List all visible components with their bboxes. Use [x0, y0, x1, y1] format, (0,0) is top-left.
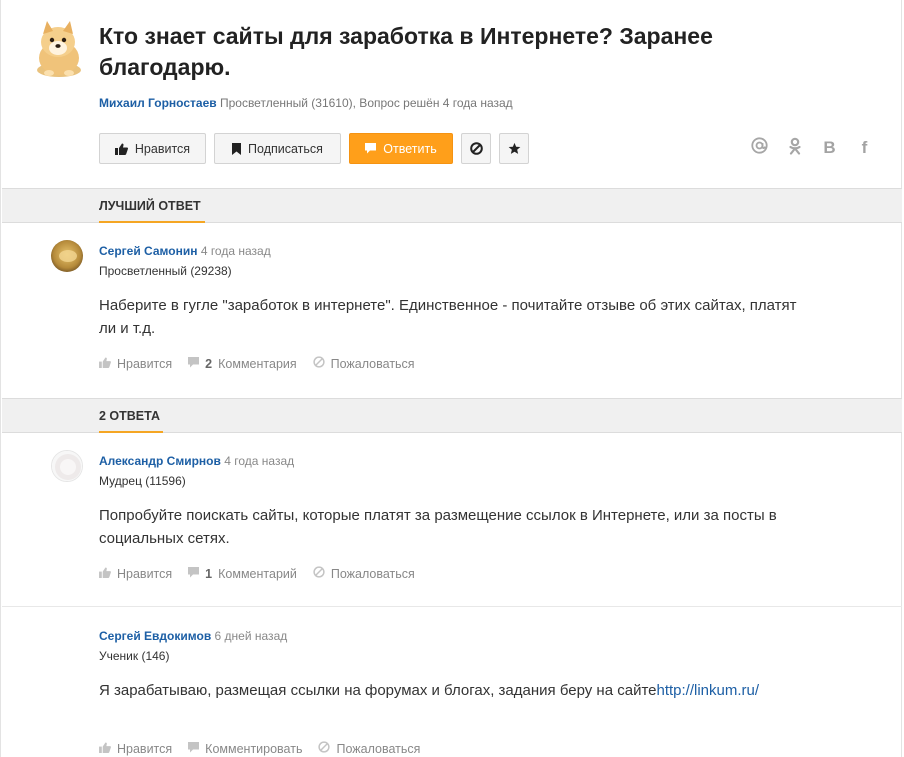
answer-like-label: Нравится — [117, 566, 173, 581]
answer-comments-label: Комментарий — [218, 566, 297, 581]
answer-report-button[interactable]: Пожаловаться — [313, 356, 415, 371]
answer-text: Я зарабатываю, размещая ссылки на форума… — [99, 679, 799, 702]
answer-like-button[interactable]: Нравится — [99, 567, 172, 581]
answer-like-label: Нравится — [117, 741, 173, 756]
facebook-icon: f — [861, 138, 868, 157]
answer-author-rank: Ученик (146) — [99, 649, 170, 663]
answers-count-label: 2 ОТВЕТА — [99, 409, 161, 423]
answer-avatar[interactable] — [51, 240, 83, 272]
thumbs-up-icon — [99, 741, 111, 756]
answer-like-label: Нравится — [117, 356, 173, 371]
subscribe-button-label: Подписаться — [248, 141, 323, 156]
question-title: Кто знает сайты для заработка в Интернет… — [99, 23, 713, 80]
share-ok-button[interactable] — [786, 137, 803, 160]
answer-text-body: Я зарабатываю, размещая ссылки на форума… — [99, 682, 657, 699]
block-icon — [469, 142, 483, 155]
comment-icon — [365, 143, 377, 154]
answer-header: Сергей Самонин 4 года назад — [99, 244, 271, 258]
report-icon — [313, 356, 325, 371]
best-answer-header: ЛУЧШИЙ ОТВЕТ — [2, 188, 902, 223]
question-status: Просветленный (31610), Вопрос решён 4 го… — [219, 96, 513, 110]
answer-divider — [2, 606, 902, 607]
question-author-link[interactable]: Михаил Горностаев — [99, 96, 217, 110]
answer-button-label: Ответить — [383, 141, 437, 156]
answer-like-button[interactable]: Нравится — [99, 742, 172, 756]
share-vk-button[interactable]: В — [821, 138, 838, 157]
share-facebook-button[interactable]: f — [856, 138, 873, 157]
comment-icon — [188, 356, 200, 371]
report-icon — [318, 741, 331, 756]
answer-author-rank: Просветленный (29238) — [99, 264, 232, 278]
answer-item: Сергей Евдокимов 6 дней назад Ученик (14… — [1, 625, 903, 757]
answer-header: Александр Смирнов 4 года назад — [99, 454, 294, 468]
answer-button[interactable]: Ответить — [349, 133, 453, 164]
best-answer: Сергей Самонин 4 года назад Просветленны… — [1, 240, 903, 390]
answer-time: 6 дней назад — [214, 629, 288, 643]
answer-report-button[interactable]: Пожаловаться — [318, 741, 420, 756]
comment-icon — [188, 741, 200, 756]
answer-report-label: Пожаловаться — [330, 356, 415, 371]
answer-time: 4 года назад — [200, 244, 271, 258]
vk-icon: В — [823, 138, 836, 157]
answer-text: Наберите в гугле "заработок в интернете"… — [99, 297, 797, 337]
answer-author-link[interactable]: Александр Смирнов — [99, 454, 221, 468]
section-underline — [99, 221, 205, 223]
answer-actions: Нравится Комментировать Пожаловаться — [99, 741, 436, 756]
question-actions: Нравится Подписаться Ответить — [99, 133, 529, 164]
block-button[interactable] — [461, 133, 491, 164]
answer-header: Сергей Евдокимов 6 дней назад — [99, 629, 287, 643]
answer-time: 4 года назад — [224, 454, 295, 468]
like-button[interactable]: Нравится — [99, 133, 206, 164]
share-mail-button[interactable] — [751, 137, 768, 159]
answers-header: 2 ОТВЕТА — [2, 398, 902, 433]
share-buttons: В f — [751, 137, 873, 160]
star-icon — [508, 142, 521, 155]
answer-comments-label: Комментария — [218, 356, 297, 371]
answer-like-button[interactable]: Нравится — [99, 357, 172, 371]
best-answer-label: ЛУЧШИЙ ОТВЕТ — [99, 199, 201, 213]
answer-author-link[interactable]: Сергей Самонин — [99, 244, 197, 258]
answer-comments-count: 1 — [205, 566, 213, 581]
answer-actions: Нравится 1 Комментарий Пожаловаться — [99, 566, 431, 581]
page-frame: Кто знает сайты для заработка в Интернет… — [0, 0, 902, 757]
answer-author-link[interactable]: Сергей Евдокимов — [99, 629, 211, 643]
like-button-label: Нравится — [134, 141, 191, 156]
bookmark-icon — [232, 142, 242, 155]
answer-comments-button[interactable]: 1 Комментарий — [188, 566, 297, 581]
mail-at-icon — [751, 137, 768, 159]
answer-actions: Нравится 2 Комментария Пожаловаться — [99, 356, 431, 371]
question-meta: Михаил Горностаев Просветленный (31610),… — [99, 96, 513, 110]
answer-comment-button[interactable]: Комментировать — [188, 741, 303, 756]
answer-text: Попробуйте поискать сайты, которые платя… — [99, 507, 777, 547]
thumbs-up-icon — [99, 356, 111, 371]
comment-icon — [188, 566, 200, 581]
thumbs-up-icon — [99, 566, 111, 581]
question-author-avatar[interactable] — [29, 18, 87, 78]
section-underline — [99, 431, 163, 433]
answer-report-label: Пожаловаться — [336, 741, 421, 756]
ok-icon — [788, 137, 801, 160]
answer-link[interactable]: http://linkum.ru/ — [657, 682, 760, 699]
answer-comments-count: 2 — [205, 356, 213, 371]
answer-comments-button[interactable]: 2 Комментария — [188, 356, 297, 371]
thumbs-up-icon — [114, 143, 128, 155]
answer-report-label: Пожаловаться — [330, 566, 415, 581]
answer-comment-label: Комментировать — [205, 741, 303, 756]
favorite-button[interactable] — [499, 133, 529, 164]
answer-report-button[interactable]: Пожаловаться — [313, 566, 415, 581]
answer-avatar[interactable] — [51, 450, 83, 482]
answer-item: Александр Смирнов 4 года назад Мудрец (1… — [1, 450, 903, 600]
subscribe-button[interactable]: Подписаться — [214, 133, 341, 164]
report-icon — [313, 566, 325, 581]
answer-author-rank: Мудрец (11596) — [99, 474, 186, 488]
